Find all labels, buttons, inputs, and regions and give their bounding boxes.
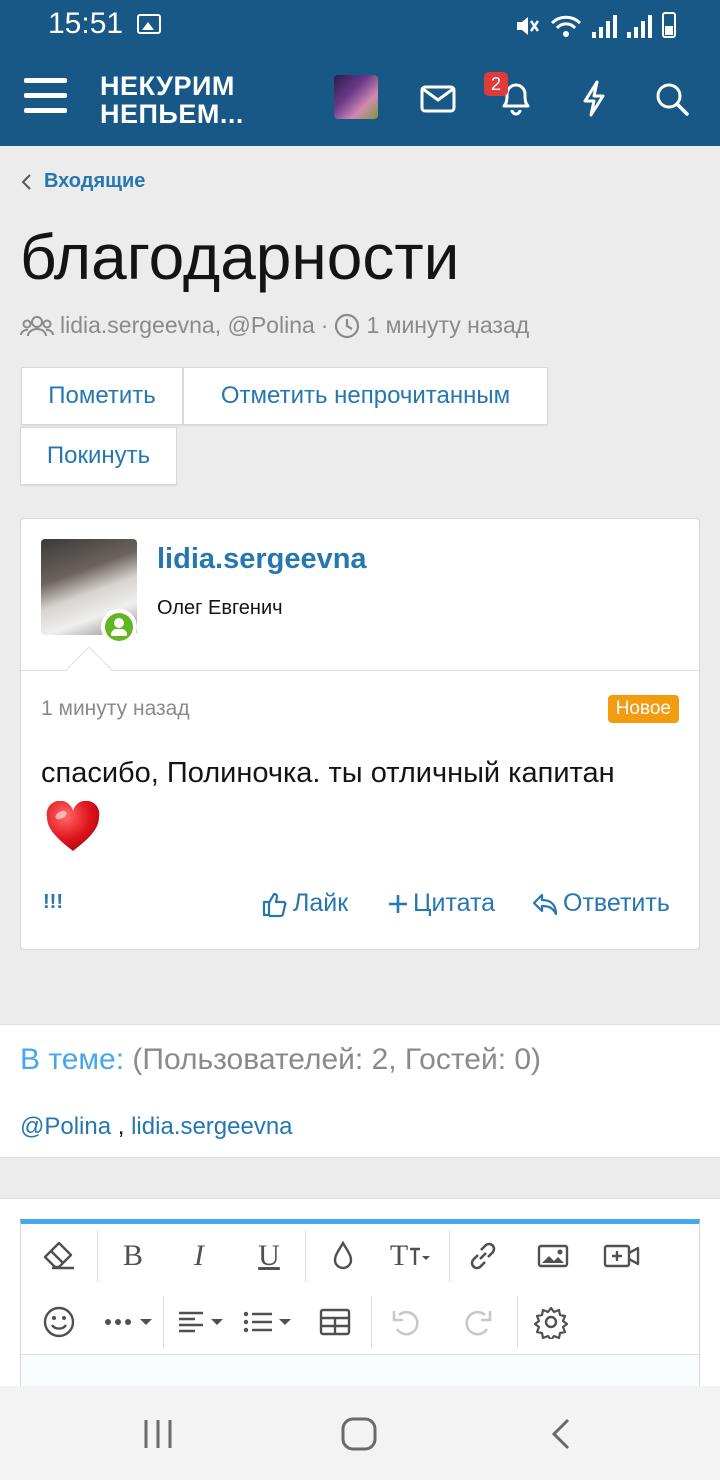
wifi-icon [550,15,582,37]
leave-button[interactable]: Покинуть [20,427,177,485]
users-icon [20,315,54,336]
video-icon[interactable] [599,1228,645,1284]
quote-button[interactable]: Цитата [387,889,495,918]
underline-button[interactable]: U [247,1228,291,1284]
home-icon[interactable] [340,1416,378,1452]
status-time: 15:51 [48,7,124,40]
text-size-button[interactable]: T [383,1228,439,1284]
image-icon[interactable] [531,1228,575,1284]
redo-icon[interactable] [455,1294,499,1350]
search-icon[interactable] [652,76,692,120]
quote-label: Цитата [413,889,496,917]
online-status-icon [101,609,137,645]
system-nav-bar [0,1386,720,1480]
text-size-label: T [389,1239,409,1272]
rich-text-editor: B I U T [20,1219,700,1404]
reply-icon [532,893,558,915]
reply-button[interactable]: Ответить [531,889,670,918]
participants[interactable]: lidia.sergeevna, @Polina [60,312,315,339]
eraser-icon[interactable] [35,1228,83,1284]
in-thread-users: @Polina , lidia.sergeevna [20,1113,293,1141]
heart-icon [46,801,100,851]
smiley-icon[interactable] [35,1294,83,1350]
link-icon[interactable] [461,1228,505,1284]
message-username[interactable]: lidia.sergeevna [157,543,367,576]
conversation-meta: lidia.sergeevna, @Polina · 1 минуту наза… [20,312,529,339]
thumbs-up-icon [262,892,287,917]
italic-button[interactable]: I [177,1228,221,1284]
bold-button[interactable]: B [111,1228,155,1284]
app-root: 15:51 НЕКУРИМ НЕПЬЕМ... 2 Входящие благо… [0,0,720,1480]
back-icon[interactable] [548,1416,574,1452]
breadcrumb[interactable]: Входящие [20,170,145,193]
chevron-left-icon [21,173,31,190]
site-header: НЕКУРИМ НЕПЬЕМ... 2 [0,50,720,146]
lightning-icon[interactable] [574,76,614,120]
breadcrumb-label: Входящие [44,170,146,192]
user-title: Олег Евгенич [157,597,283,619]
like-button[interactable]: Лайк [261,889,348,918]
new-badge: Новое [607,695,679,723]
more-icon[interactable] [99,1294,159,1350]
in-thread-user-lidia[interactable]: lidia.sergeevna [131,1113,292,1140]
meta-time: 1 минуту назад [366,312,530,338]
account-avatar[interactable] [334,75,378,119]
reply-editor-section: B I U T [0,1198,720,1404]
inbox-icon[interactable] [418,76,458,120]
mark-button[interactable]: Пометить [21,367,183,425]
in-thread-counts: (Пользователей: 2, Гостей: 0) [132,1043,542,1076]
message-time[interactable]: 1 минуту назад [41,697,190,721]
align-icon[interactable] [173,1294,231,1350]
notification-badge: 2 [484,72,508,96]
message-card: lidia.sergeevna Олег Евгенич 1 минуту на… [20,518,701,950]
reply-label: Ответить [563,889,670,917]
in-thread-heading: В теме: (Пользователей: 2, Гостей: 0) [20,1043,541,1077]
site-logo[interactable]: НЕКУРИМ НЕПЬЕМ... [100,72,244,128]
battery-icon [662,12,676,38]
undo-icon[interactable] [385,1294,429,1350]
in-thread-user-polina[interactable]: @Polina [20,1113,111,1140]
message-text: спасибо, Полиночка. ты отличный капитан [41,757,615,789]
recent-apps-icon[interactable] [140,1418,176,1450]
plus-icon [389,894,407,913]
text-size-icon [410,1247,431,1265]
list-icon[interactable] [239,1294,299,1350]
clock-icon [335,313,360,338]
in-thread-sep: , [111,1113,132,1140]
meta-separator: · [320,312,329,338]
page-title: благодарности [20,221,460,293]
like-label: Лайк [293,889,349,917]
report-link[interactable]: !!! [43,891,63,914]
gallery-notification-icon [137,14,161,34]
logo-line-2: НЕПЬЕМ... [100,99,244,129]
menu-icon[interactable] [24,78,67,113]
logo-line-1: НЕКУРИМ [100,71,235,101]
in-thread-label: В теме: [20,1043,125,1076]
status-bar: 15:51 [0,0,720,50]
signal-1-icon [592,14,617,38]
mark-unread-button[interactable]: Отметить непрочитанным [183,367,548,425]
status-icons [514,12,676,38]
settings-icon[interactable] [529,1294,573,1350]
mute-icon [517,17,540,35]
signal-2-icon [627,14,652,38]
in-thread-block: В теме: (Пользователей: 2, Гостей: 0) @P… [0,1024,720,1158]
message-user-area: lidia.sergeevna Олег Евгенич [21,519,701,671]
table-icon[interactable] [313,1294,357,1350]
color-drop-icon[interactable] [321,1228,365,1284]
